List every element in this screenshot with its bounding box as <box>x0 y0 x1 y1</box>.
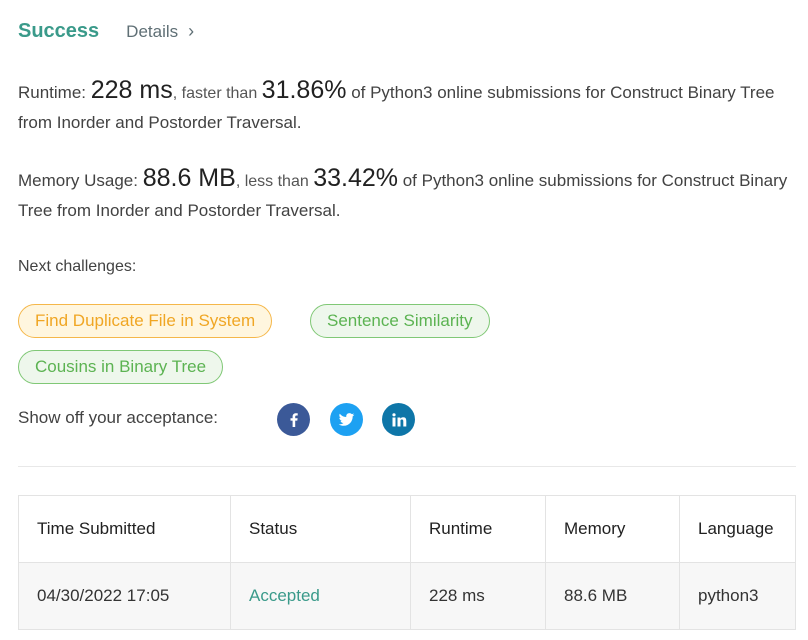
chevron-right-icon: › <box>188 21 195 41</box>
share-label: Show off your acceptance: <box>18 408 219 427</box>
runtime-value: 228 ms <box>90 76 173 104</box>
cell-memory: 88.6 MB <box>545 562 680 630</box>
table-row: 04/30/2022 17:05 Accepted 228 ms 88.6 MB… <box>18 562 796 630</box>
column-header-time-submitted: Time Submitted <box>18 495 231 563</box>
column-header-memory: Memory <box>545 495 680 563</box>
column-header-status: Status <box>230 495 411 563</box>
memory-stat: Memory Usage: 88.6 MB, less than 33.42% … <box>18 164 788 225</box>
memory-percent: 33.42% <box>313 164 398 192</box>
memory-value: 88.6 MB <box>142 164 236 192</box>
facebook-icon <box>290 412 298 427</box>
table-header-row: Time Submitted Status Runtime Memory Lan… <box>18 495 796 563</box>
memory-label: Memory Usage: <box>18 171 143 190</box>
linkedin-share-button[interactable] <box>382 403 415 436</box>
challenge-chip-sentence-similarity[interactable]: Sentence Similarity <box>310 304 490 338</box>
details-label: Details <box>126 22 179 41</box>
success-status: Success <box>18 20 100 42</box>
next-challenges-label: Next challenges: <box>18 258 137 275</box>
linkedin-icon <box>391 412 406 426</box>
details-link[interactable]: Details › <box>126 21 194 42</box>
cell-time-submitted: 04/30/2022 17:05 <box>18 562 231 630</box>
runtime-mid-text: , faster than <box>172 85 262 102</box>
challenge-chip-find-duplicate-file[interactable]: Find Duplicate File in System <box>18 304 273 338</box>
cell-status-accepted-link[interactable]: Accepted <box>230 562 411 630</box>
section-divider <box>18 466 796 467</box>
column-header-language: Language <box>679 495 796 563</box>
runtime-percent: 31.86% <box>261 76 347 104</box>
result-header: Success Details › <box>18 20 194 43</box>
twitter-icon <box>338 413 355 426</box>
cell-language: python3 <box>679 562 796 630</box>
column-header-runtime: Runtime <box>410 495 546 563</box>
submissions-table: Time Submitted Status Runtime Memory Lan… <box>18 495 796 630</box>
facebook-share-button[interactable] <box>277 403 310 436</box>
cell-runtime: 228 ms <box>410 562 546 630</box>
challenge-chip-cousins-in-binary-tree[interactable]: Cousins in Binary Tree <box>18 350 224 384</box>
twitter-share-button[interactable] <box>330 403 363 436</box>
memory-mid-text: , less than <box>235 173 314 190</box>
runtime-stat: Runtime: 228 ms, faster than 31.86% of P… <box>18 76 788 137</box>
runtime-label: Runtime: <box>18 83 91 102</box>
